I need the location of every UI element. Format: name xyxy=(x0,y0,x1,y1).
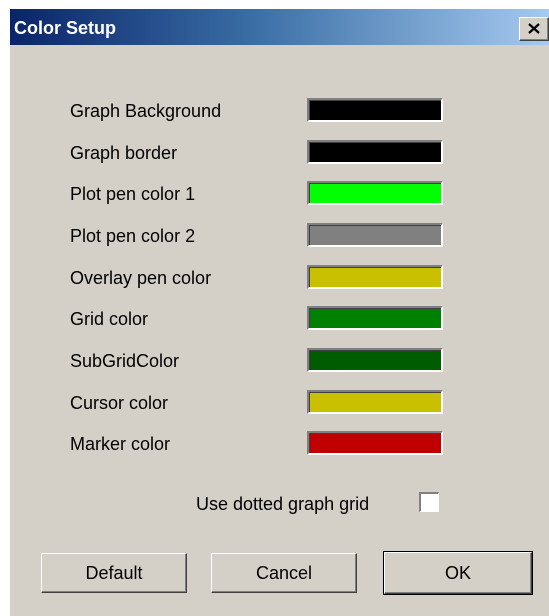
swatch-cursor-color[interactable] xyxy=(307,390,443,414)
swatch-fill xyxy=(309,142,441,162)
label-grid-color: Grid color xyxy=(70,309,149,329)
swatch-plot-pen-color-1[interactable] xyxy=(307,181,443,205)
swatch-fill xyxy=(309,225,441,245)
label-plot-pen-color-2: Plot pen color 2 xyxy=(70,226,196,246)
close-button[interactable] xyxy=(519,17,549,41)
title-bar[interactable]: Color Setup xyxy=(10,9,549,45)
ok-button[interactable]: OK xyxy=(384,552,532,594)
window-title: Color Setup xyxy=(14,18,116,38)
dotted-grid-label: Use dotted graph grid xyxy=(196,494,370,514)
label-graph-background: Graph Background xyxy=(70,101,222,121)
swatch-fill xyxy=(309,100,441,120)
swatch-fill xyxy=(309,183,441,203)
swatch-graph-border[interactable] xyxy=(307,140,443,164)
swatch-overlay-pen-color[interactable] xyxy=(307,265,443,289)
color-setup-dialog: Color Setup Graph Background Graph borde… xyxy=(9,8,549,616)
swatch-fill xyxy=(309,308,441,328)
swatch-marker-color[interactable] xyxy=(307,431,443,455)
label-graph-border: Graph border xyxy=(70,143,178,163)
swatch-fill xyxy=(309,267,441,287)
swatch-fill xyxy=(309,350,441,370)
close-icon xyxy=(528,23,540,34)
swatch-grid-color[interactable] xyxy=(307,306,443,330)
label-cursor-color: Cursor color xyxy=(70,393,169,413)
label-subgrid-color: SubGridColor xyxy=(70,351,180,371)
swatch-graph-background[interactable] xyxy=(307,98,443,122)
swatch-plot-pen-color-2[interactable] xyxy=(307,223,443,247)
label-overlay-pen-color: Overlay pen color xyxy=(70,268,212,288)
swatch-subgrid-color[interactable] xyxy=(307,348,443,372)
swatch-fill xyxy=(309,433,441,453)
label-marker-color: Marker color xyxy=(70,434,171,454)
dotted-grid-checkbox[interactable] xyxy=(419,492,439,512)
cancel-button[interactable]: Cancel xyxy=(211,553,357,593)
default-button[interactable]: Default xyxy=(41,553,187,593)
swatch-fill xyxy=(309,392,441,412)
label-plot-pen-color-1: Plot pen color 1 xyxy=(70,184,196,204)
